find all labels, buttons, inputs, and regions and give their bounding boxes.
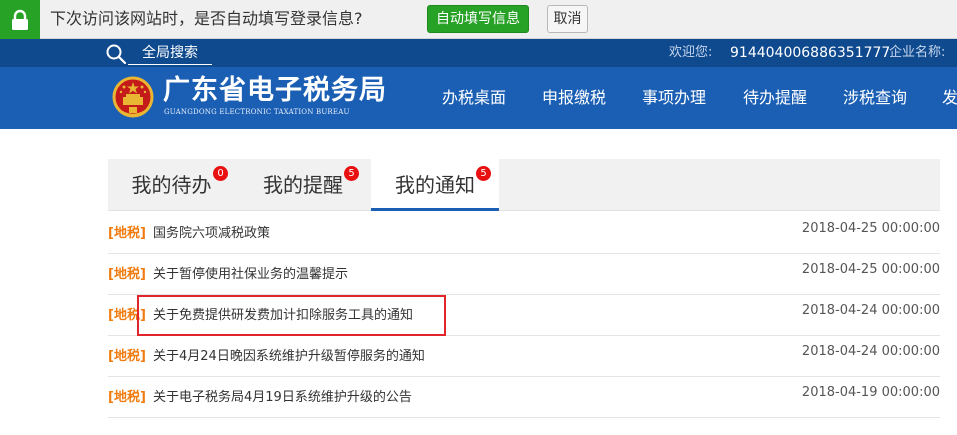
- notice-date: 2018-04-25 00:00:00: [801, 221, 940, 236]
- notice-row[interactable]: [地税] 关于电子税务局4月19日系统维护升级的公告 2018-04-19 00…: [108, 377, 940, 418]
- notice-tag: [地税]: [108, 226, 146, 241]
- notice-title[interactable]: 国务院六项减税政策: [153, 225, 270, 243]
- badge-count: 5: [476, 166, 491, 181]
- notice-title[interactable]: 关于4月24日晚因系统维护升级暂停服务的通知: [153, 348, 425, 366]
- autofill-button[interactable]: 自动填写信息: [427, 5, 529, 33]
- notice-date: 2018-04-24 00:00:00: [801, 303, 940, 318]
- cancel-button[interactable]: 取消: [547, 5, 588, 33]
- national-emblem-icon: [110, 75, 156, 121]
- top-info-bar: 全局搜索 欢迎您: 914404006886351777 企业名称:: [0, 39, 957, 67]
- site-subtitle: GUANGDONG ELECTRONIC TAXATION BUREAU: [164, 108, 350, 116]
- notice-tag: [地税]: [108, 349, 146, 364]
- tab-strip: 我的待办 0 我的提醒 5 我的通知 5: [108, 159, 940, 211]
- notice-tag: [地税]: [108, 308, 146, 323]
- tab-label: 我的待办: [131, 173, 212, 197]
- autofill-prompt-text: 下次访问该网站时，是否自动填写登录信息?: [50, 9, 363, 28]
- search-icon[interactable]: [105, 43, 127, 65]
- site-header: 广东省电子税务局 GUANGDONG ELECTRONIC TAXATION B…: [0, 67, 957, 129]
- lock-icon: [0, 0, 40, 39]
- company-name-label: 企业名称:: [889, 45, 946, 60]
- notice-date: 2018-04-24 00:00:00: [801, 344, 940, 359]
- tab-label: 我的提醒: [263, 173, 343, 197]
- nav-tax-desktop[interactable]: 办税桌面: [442, 87, 506, 109]
- notice-tag: [地税]: [108, 267, 146, 282]
- notice-row[interactable]: [地税] 关于暂停使用社保业务的温馨提示 2018-04-25 00:00:00: [108, 254, 940, 295]
- taxpayer-id: 914404006886351777: [730, 45, 891, 61]
- badge-count: 0: [213, 166, 228, 181]
- nav-more[interactable]: 发: [942, 87, 957, 109]
- nav-tax-query[interactable]: 涉税查询: [843, 87, 907, 109]
- notice-date: 2018-04-19 00:00:00: [801, 385, 940, 400]
- badge-count: 5: [344, 166, 359, 181]
- notice-title[interactable]: 关于暂停使用社保业务的温馨提示: [153, 266, 348, 284]
- notice-date: 2018-04-25 00:00:00: [801, 262, 940, 277]
- notice-row[interactable]: [地税] 关于免费提供研发费加计扣除服务工具的通知 2018-04-24 00:…: [108, 295, 940, 336]
- nav-matters[interactable]: 事项办理: [642, 87, 706, 109]
- notice-title[interactable]: 关于免费提供研发费加计扣除服务工具的通知: [153, 307, 413, 325]
- site-title: 广东省电子税务局: [163, 75, 387, 106]
- tab-label: 我的通知: [395, 173, 475, 197]
- welcome-label: 欢迎您:: [669, 45, 713, 60]
- notice-row[interactable]: [地税] 国务院六项减税政策 2018-04-25 00:00:00: [108, 213, 940, 254]
- notice-title[interactable]: 关于电子税务局4月19日系统维护升级的公告: [153, 389, 412, 407]
- nav-reminders[interactable]: 待办提醒: [743, 87, 807, 109]
- nav-declare-pay[interactable]: 申报缴税: [542, 87, 606, 109]
- notice-row[interactable]: [地税] 关于4月24日晚因系统维护升级暂停服务的通知 2018-04-24 0…: [108, 336, 940, 377]
- global-search-link[interactable]: 全局搜索: [128, 43, 212, 65]
- notice-tag: [地税]: [108, 390, 146, 405]
- autofill-prompt-bar: 下次访问该网站时，是否自动填写登录信息? 自动填写信息 取消: [0, 0, 957, 39]
